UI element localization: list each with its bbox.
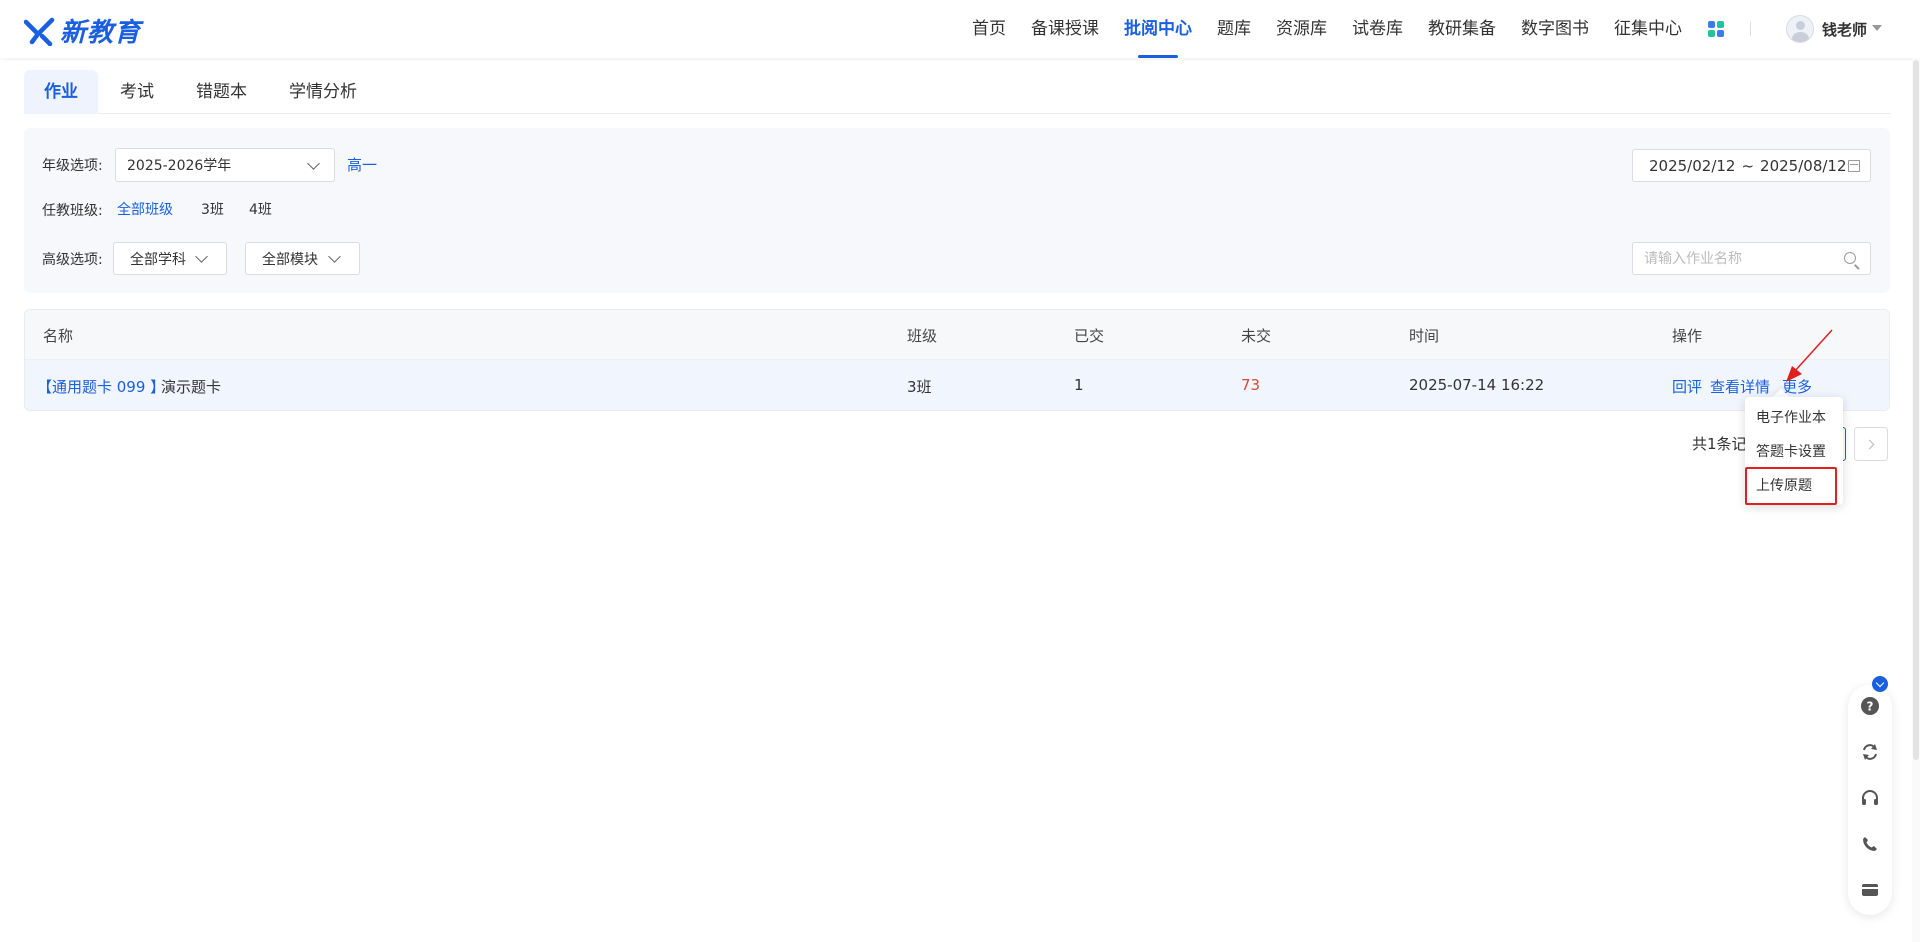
col-name: 名称 <box>43 327 74 345</box>
class-label: 任教班级: <box>42 203 103 219</box>
top-header: 新教育 首页 备课授课 批阅中心 题库 资源库 试卷库 教研集备 数字图书 征集… <box>0 0 1920 58</box>
row-not-submitted[interactable]: 73 <box>1241 376 1260 394</box>
row-tag[interactable]: 【通用题卡 099 】 <box>37 376 165 397</box>
grade-link[interactable]: 高一 <box>347 154 377 175</box>
total-count: 共1条记 <box>1692 435 1747 453</box>
tab-exam[interactable]: 考试 <box>100 70 174 114</box>
review-button[interactable]: 回评 <box>1672 376 1702 397</box>
help-icon[interactable]: ? <box>1860 696 1880 716</box>
row-name[interactable]: 演示题卡 <box>161 376 221 397</box>
col-submitted: 已交 <box>1074 327 1105 345</box>
annotation-arrow-icon <box>1786 329 1833 382</box>
next-page-button[interactable] <box>1854 427 1888 461</box>
col-not-submitted: 未交 <box>1241 327 1272 345</box>
phone-icon[interactable] <box>1860 834 1880 854</box>
tab-mistakes[interactable]: 错题本 <box>176 70 267 114</box>
search-field[interactable] <box>1632 242 1871 275</box>
row-time: 2025-07-14 16:22 <box>1409 376 1545 394</box>
grade-label: 年级选项: <box>42 158 103 174</box>
subject-select[interactable]: 全部学科 <box>113 242 227 275</box>
chevron-down-icon <box>307 157 320 170</box>
nav-collection-center[interactable]: 征集中心 <box>1614 0 1682 58</box>
date-start: 2025/02/12 <box>1649 156 1736 175</box>
chevron-down-icon <box>195 250 208 263</box>
nav-review-center[interactable]: 批阅中心 <box>1124 0 1192 58</box>
advanced-label: 高级选项: <box>42 252 103 268</box>
logo-icon <box>24 17 55 46</box>
nav-teaching-research[interactable]: 教研集备 <box>1428 0 1496 58</box>
refresh-icon[interactable] <box>1860 742 1880 762</box>
caret-down-icon[interactable] <box>1872 25 1882 31</box>
row-submitted: 1 <box>1074 376 1084 394</box>
nav-home[interactable]: 首页 <box>972 0 1006 58</box>
sub-tabs: 作业 考试 错题本 学情分析 <box>24 70 1890 114</box>
user-name[interactable]: 钱老师 <box>1822 19 1867 40</box>
search-input[interactable] <box>1633 243 1833 274</box>
homework-table: 名称 班级 已交 未交 时间 操作 【通用题卡 099 】 演示题卡 3班 1 … <box>24 309 1890 411</box>
col-class: 班级 <box>907 327 938 345</box>
nav-question-bank[interactable]: 题库 <box>1217 0 1251 58</box>
col-time: 时间 <box>1409 327 1440 345</box>
chevron-down-icon <box>328 250 341 263</box>
menu-item-e-homework[interactable]: 电子作业本 <box>1756 407 1826 427</box>
class-all[interactable]: 全部班级 <box>117 199 173 219</box>
table-row: 【通用题卡 099 】 演示题卡 3班 1 73 2025-07-14 16:2… <box>25 360 1889 410</box>
scrollbar-thumb[interactable] <box>1913 60 1919 760</box>
module-value: 全部模块 <box>262 251 318 268</box>
headset-icon[interactable] <box>1860 788 1880 808</box>
module-select[interactable]: 全部模块 <box>245 242 360 275</box>
calendar-icon <box>1848 160 1860 172</box>
menu-item-answer-card-settings[interactable]: 答题卡设置 <box>1756 441 1826 461</box>
avatar[interactable] <box>1786 15 1814 43</box>
logo-text: 新教育 <box>60 18 142 48</box>
svg-text:?: ? <box>1867 700 1874 714</box>
view-details-button[interactable]: 查看详情 <box>1710 376 1770 397</box>
subject-value: 全部学科 <box>130 251 186 268</box>
table-header: 名称 班级 已交 未交 时间 操作 <box>25 310 1889 360</box>
class-4[interactable]: 4班 <box>249 199 272 219</box>
col-actions: 操作 <box>1672 327 1703 345</box>
nav-digital-books[interactable]: 数字图书 <box>1521 0 1589 58</box>
date-range-picker[interactable]: 2025/02/12 ~ 2025/08/12 <box>1632 149 1871 182</box>
nav-lesson-prep[interactable]: 备课授课 <box>1031 0 1099 58</box>
class-3[interactable]: 3班 <box>201 199 224 219</box>
header-divider <box>1750 22 1751 36</box>
year-value: 2025-2026学年 <box>127 158 232 174</box>
date-separator: ~ <box>1741 156 1755 175</box>
main-nav: 首页 备课授课 批阅中心 题库 资源库 试卷库 教研集备 数字图书 征集中心 <box>972 0 1707 58</box>
highlight-box <box>1745 467 1837 505</box>
nav-paper-bank[interactable]: 试卷库 <box>1352 0 1403 58</box>
tab-homework[interactable]: 作业 <box>24 70 98 114</box>
collapse-icon[interactable] <box>1872 676 1888 692</box>
logo[interactable]: 新教育 <box>24 12 141 49</box>
nav-resources[interactable]: 资源库 <box>1276 0 1327 58</box>
row-class: 3班 <box>907 378 932 396</box>
search-icon[interactable] <box>1844 252 1856 264</box>
tab-analysis[interactable]: 学情分析 <box>269 70 377 114</box>
year-select[interactable]: 2025-2026学年 <box>115 148 335 182</box>
card-icon[interactable] <box>1860 880 1880 900</box>
date-end: 2025/08/12 <box>1760 156 1847 175</box>
apps-grid-icon[interactable] <box>1708 21 1724 37</box>
